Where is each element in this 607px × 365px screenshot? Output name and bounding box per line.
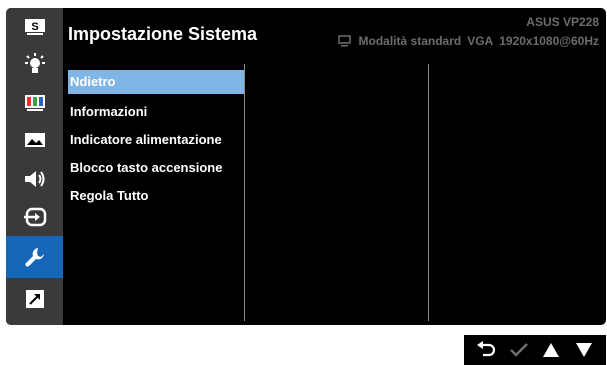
mode-text: Modalità standard — [358, 34, 462, 48]
status-line: Modalità standard VGA 1920x1080@60Hz — [337, 34, 599, 48]
menu-item-power-indicator[interactable]: Indicatore alimentazione — [68, 126, 244, 154]
svg-text:S: S — [31, 21, 38, 33]
image-icon — [24, 133, 45, 147]
sidebar-item-system-setup[interactable] — [6, 236, 63, 278]
sidebar-item-image[interactable] — [6, 122, 63, 160]
color-bars-icon — [24, 95, 45, 111]
sidebar-item-splendid[interactable]: S — [6, 8, 63, 46]
back-button[interactable] — [473, 337, 499, 363]
osd-panel: S Impostazione Sistema ASUS VP228 Modali… — [6, 8, 606, 325]
menu-item-back[interactable]: Ndietro — [68, 70, 244, 94]
bluelight-filter-icon — [24, 53, 45, 73]
check-icon — [509, 343, 528, 357]
menu-item-reset-all[interactable]: Regola Tutto — [68, 182, 244, 210]
back-icon — [477, 341, 496, 357]
sidebar: S — [6, 8, 63, 325]
input-select-icon — [23, 207, 46, 227]
sidebar-item-shortcut[interactable] — [6, 280, 63, 318]
resolution-text: 1920x1080@60Hz — [499, 34, 599, 48]
column-divider — [244, 64, 245, 321]
menu-list: Ndietro Informazioni Indicatore alimenta… — [68, 70, 244, 210]
control-bar — [464, 335, 606, 365]
speaker-icon — [24, 171, 44, 187]
down-button[interactable] — [571, 337, 597, 363]
down-icon — [575, 343, 592, 357]
column-divider — [428, 64, 429, 321]
shortcut-icon — [25, 290, 44, 308]
sidebar-item-color[interactable] — [6, 84, 63, 122]
menu-item-information[interactable]: Informazioni — [68, 98, 244, 126]
wrench-icon — [24, 248, 44, 267]
sidebar-item-bluelight[interactable] — [6, 46, 63, 84]
page-title: Impostazione Sistema — [68, 24, 258, 44]
up-icon — [543, 343, 560, 357]
confirm-button[interactable] — [506, 337, 532, 363]
sidebar-item-sound[interactable] — [6, 160, 63, 198]
input-text: VGA — [467, 34, 494, 48]
up-button[interactable] — [538, 337, 564, 363]
sidebar-item-input[interactable] — [6, 198, 63, 236]
monitor-icon — [337, 35, 351, 47]
model-name: ASUS VP228 — [526, 15, 599, 29]
splendid-s-icon: S — [24, 19, 45, 35]
menu-item-power-key-lock[interactable]: Blocco tasto accensione — [68, 154, 244, 182]
